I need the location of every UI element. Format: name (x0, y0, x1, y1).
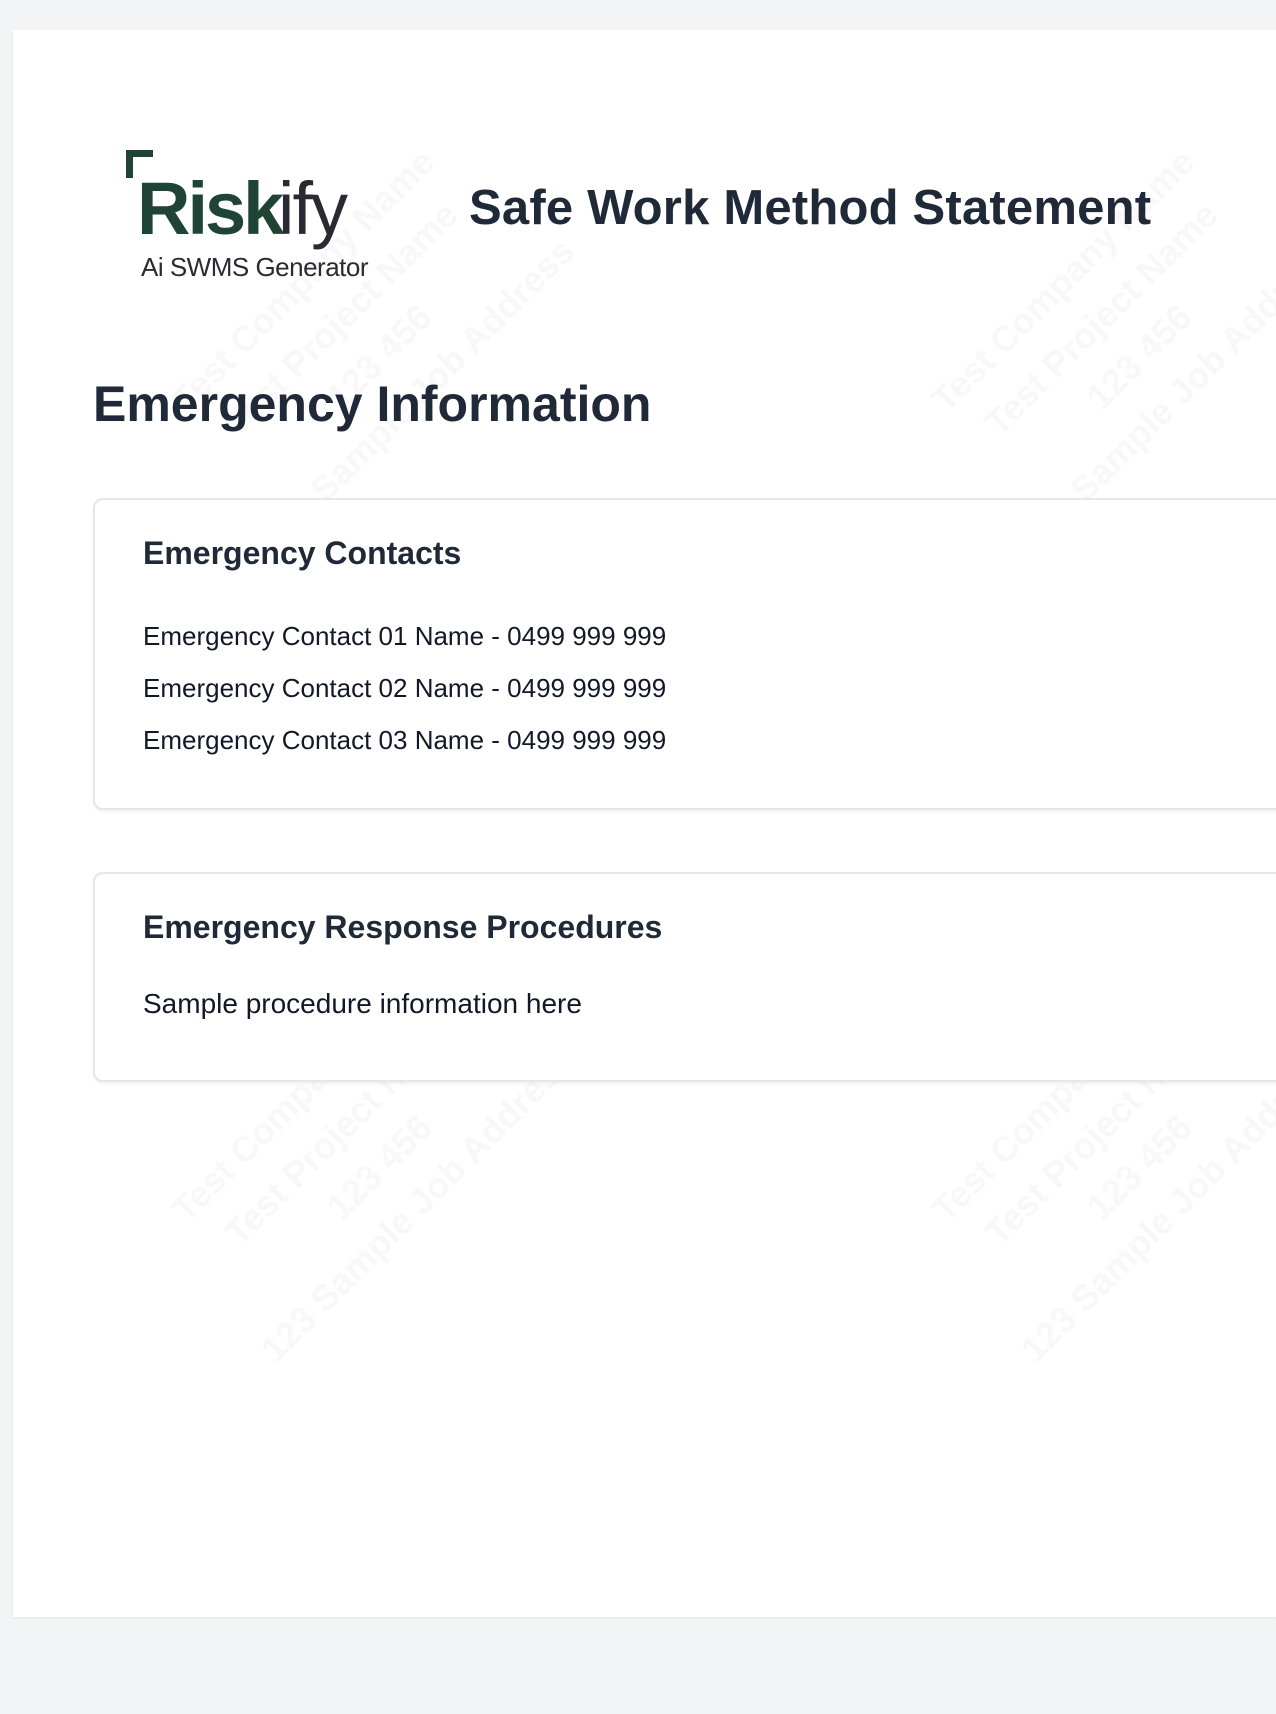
svg-text:Risk: Risk (137, 167, 285, 250)
riskify-logo: Risk ify Ai SWMS Generator (123, 148, 403, 298)
list-item: Emergency Contact 01 Name - 0499 999 999 (143, 621, 667, 651)
document-title: Safe Work Method Statement (469, 181, 1152, 235)
list-item: Emergency Contact 03 Name - 0499 999 999 (143, 725, 667, 755)
document-page: Test Company Name Test Project Name 123 … (13, 30, 1276, 1617)
svg-text:Ai SWMS Generator: Ai SWMS Generator (141, 252, 369, 282)
emergency-procedures-heading: Emergency Response Procedures (143, 909, 663, 945)
section-title: Emergency Information (93, 376, 652, 432)
header: Risk ify Ai SWMS Generator (123, 148, 403, 298)
emergency-procedures-card: Emergency Response Procedures Sample pro… (93, 872, 1276, 1082)
procedure-text: Sample procedure information here (143, 988, 582, 1019)
emergency-contacts-card: Emergency Contacts Emergency Contact 01 … (93, 498, 1276, 810)
emergency-contacts-list: Emergency Contact 01 Name - 0499 999 999… (143, 610, 666, 766)
list-item: Emergency Contact 02 Name - 0499 999 999 (143, 673, 667, 703)
emergency-contacts-heading: Emergency Contacts (143, 535, 462, 571)
svg-text:ify: ify (278, 167, 348, 250)
